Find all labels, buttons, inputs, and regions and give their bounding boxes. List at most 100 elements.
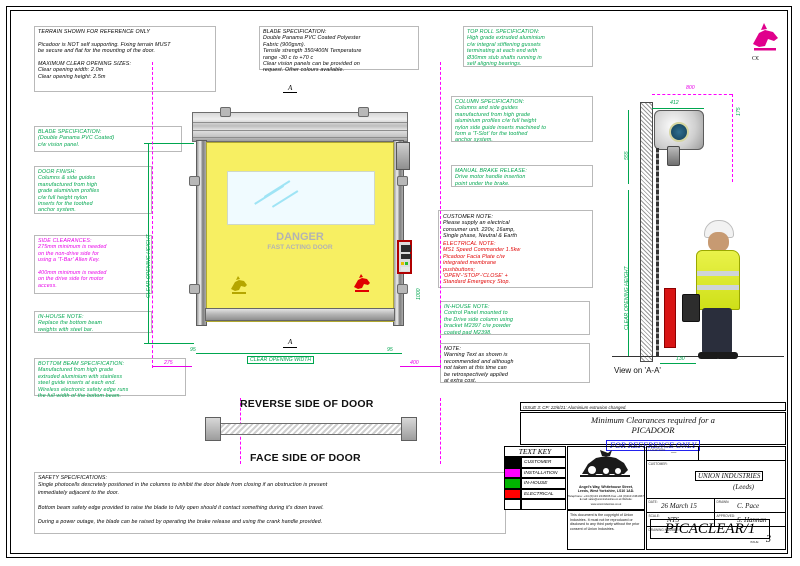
top-roll-assembly [654, 110, 704, 150]
title-block: ISSUE 3: CP: 22/6/21: Aluminium extrusio… [504, 400, 788, 554]
guide-bracket-left-lower [189, 284, 200, 294]
dim-line-175-vert [732, 94, 733, 182]
note-top-roll-spec: TOP ROLL SPECIFICATION: High grade extru… [463, 26, 593, 67]
gearbox [667, 146, 680, 166]
swatch-blank [504, 499, 521, 510]
dim-line-width [196, 353, 402, 354]
note-blade-spec: BLADE SPECIFICATION: Double Panama PVC C… [259, 26, 419, 73]
clearance-line-plan-right [440, 398, 441, 464]
section-line-bottom [283, 347, 297, 348]
swatch-inhouse [504, 478, 521, 489]
plan-bottom-beam [219, 423, 403, 435]
text-key-row-3: ELECTRICAL [504, 488, 566, 499]
text-key-label-4 [521, 499, 566, 510]
plan-column-left [205, 417, 221, 441]
section-line-top [283, 92, 297, 93]
dim-label-555: 555 [624, 151, 630, 160]
note-safety-specifications: SAFETY SPECIFICATIONS: Single photocells… [34, 472, 506, 534]
person-figure [682, 220, 748, 359]
section-arrow-a-bottom: A [288, 338, 293, 346]
union-industries-logo-icon [580, 450, 630, 477]
note-manual-brake-release: MANUAL BRAKE RELEASE: Drive motor handle… [451, 165, 593, 187]
note-customer-electrical-frame [438, 210, 593, 288]
text-key-header: TEXT KEY [504, 446, 566, 457]
value-drawn: C. Pace [737, 502, 760, 510]
door-elevation-view: DANGER FAST ACTING DOOR [189, 107, 412, 344]
value-customer-2: (Leeds) [733, 483, 754, 491]
dim-label-1000: 1000 [416, 288, 422, 300]
ce-mark: C€ [752, 56, 760, 62]
door-curtain: DANGER FAST ACTING DOOR [206, 142, 394, 322]
clearance-line-left [152, 62, 153, 368]
note-column-spec: COLUMN SPECIFICATION: Columns and side g… [451, 96, 593, 143]
dim-label-800: 800 [686, 85, 695, 91]
swatch-electrical [504, 488, 521, 499]
dim-line-275 [152, 366, 192, 367]
dim-label-clear-opening-height-side: CLEAR OPENING HEIGHT [624, 266, 630, 330]
guide-bracket-left-upper [189, 176, 200, 186]
text-key-legend: TEXT KEY CUSTOMER INSTALLATION IN-HOUSE … [504, 446, 566, 510]
label-drawn: DRAWN: [716, 500, 730, 504]
copyright-notice: This document is the copyright of Union … [567, 510, 645, 550]
text-key-row-0: CUSTOMER [504, 457, 566, 468]
text-key-label-2: IN-HOUSE [521, 478, 566, 489]
dim-label-130: 130 [676, 356, 685, 362]
dim-line-400 [400, 366, 440, 367]
door-plan-view [205, 415, 417, 447]
side-control-panel [664, 288, 676, 348]
guide-bracket-right-upper [397, 176, 408, 186]
dim-label-clear-opening-width: CLEAR OPENING WIDTH [247, 356, 315, 364]
note-door-finish: DOOR FINISH: Columns & side guides manuf… [34, 166, 152, 214]
clearance-line-right [440, 62, 441, 368]
vision-panel [227, 171, 375, 225]
drawing-number-value: PICACLEAR/1 [650, 519, 770, 539]
hood-bracket-right [358, 107, 369, 117]
text-key-label-1: INSTALLATION [521, 467, 566, 478]
control-panel [397, 240, 412, 274]
text-key-row-4 [504, 499, 566, 510]
drawing-title-cell: Minimum Clearances required for a PICADO… [520, 412, 786, 451]
value-date: 26 March 15 [661, 502, 697, 510]
note-inhouse-bottom-beam: IN-HOUSE NOTE: Replace the bottom beam w… [34, 311, 152, 333]
guide-bracket-right-lower [397, 284, 408, 294]
note-warning-text: NOTE: Warning Text as shown is recommend… [440, 343, 590, 384]
note-inhouse-control-panel: IN-HOUSE NOTE: Control Panel mounted to … [440, 301, 590, 336]
cell-location-blank [699, 447, 785, 461]
note-terrain: TERRAIN SHOWN FOR REFERENCE ONLY Picadoo… [34, 26, 216, 92]
side-view-aa [612, 88, 788, 368]
swatch-installation [504, 467, 521, 478]
label-issue: ISSUE: [750, 540, 760, 544]
bottom-beam [205, 308, 395, 321]
cell-customer: CUSTOMER: UNION INDUSTRIES (Leeds) [647, 461, 785, 499]
dim-line-412 [652, 108, 704, 109]
dim-line-555-vert [628, 110, 629, 184]
dim-label-left-gap: 95 [190, 347, 196, 353]
danger-text: DANGER [276, 231, 324, 243]
person-legs [702, 308, 732, 354]
wall-section [640, 102, 653, 362]
danger-subtext: FAST ACTING DOOR [267, 244, 333, 251]
note-side-clearances: SIDE CLEARANCES: 275mm minimum is needed… [34, 235, 152, 294]
label-location: LOCATION: [648, 448, 666, 452]
caption-face-side: FACE SIDE OF DOOR [250, 452, 361, 464]
drawing-title-line1: Minimum Clearances required for a [591, 415, 715, 425]
picadoor-crest-right-icon [354, 274, 370, 292]
dim-label-right-gap: 95 [387, 347, 393, 353]
text-key-row-1: INSTALLATION [504, 467, 566, 478]
dim-line-130 [660, 363, 696, 364]
label-date: DATE: [648, 500, 658, 504]
drawing-title-line2: PICADOOR [631, 425, 675, 435]
dim-ext-height-bottom [148, 343, 194, 344]
issue-line: ISSUE 3: CP: 22/6/21: Aluminium extrusio… [520, 402, 786, 411]
hi-vis-jacket [696, 250, 740, 310]
dim-label-175: 175 [736, 107, 742, 116]
drawing-number-area: PICACLEAR/1 ISSUE: 3 [646, 510, 786, 550]
plan-column-right [401, 417, 417, 441]
text-key-row-2: IN-HOUSE [504, 478, 566, 489]
picadoor-crest-left-icon [231, 276, 247, 294]
dim-label-400: 400 [410, 360, 419, 366]
text-key-label-0: CUSTOMER [521, 457, 566, 468]
swatch-customer [504, 457, 521, 468]
roll-hub [669, 122, 689, 142]
drawing-sheet: TERRAIN SHOWN FOR REFERENCE ONLY Picadoo… [0, 0, 800, 566]
